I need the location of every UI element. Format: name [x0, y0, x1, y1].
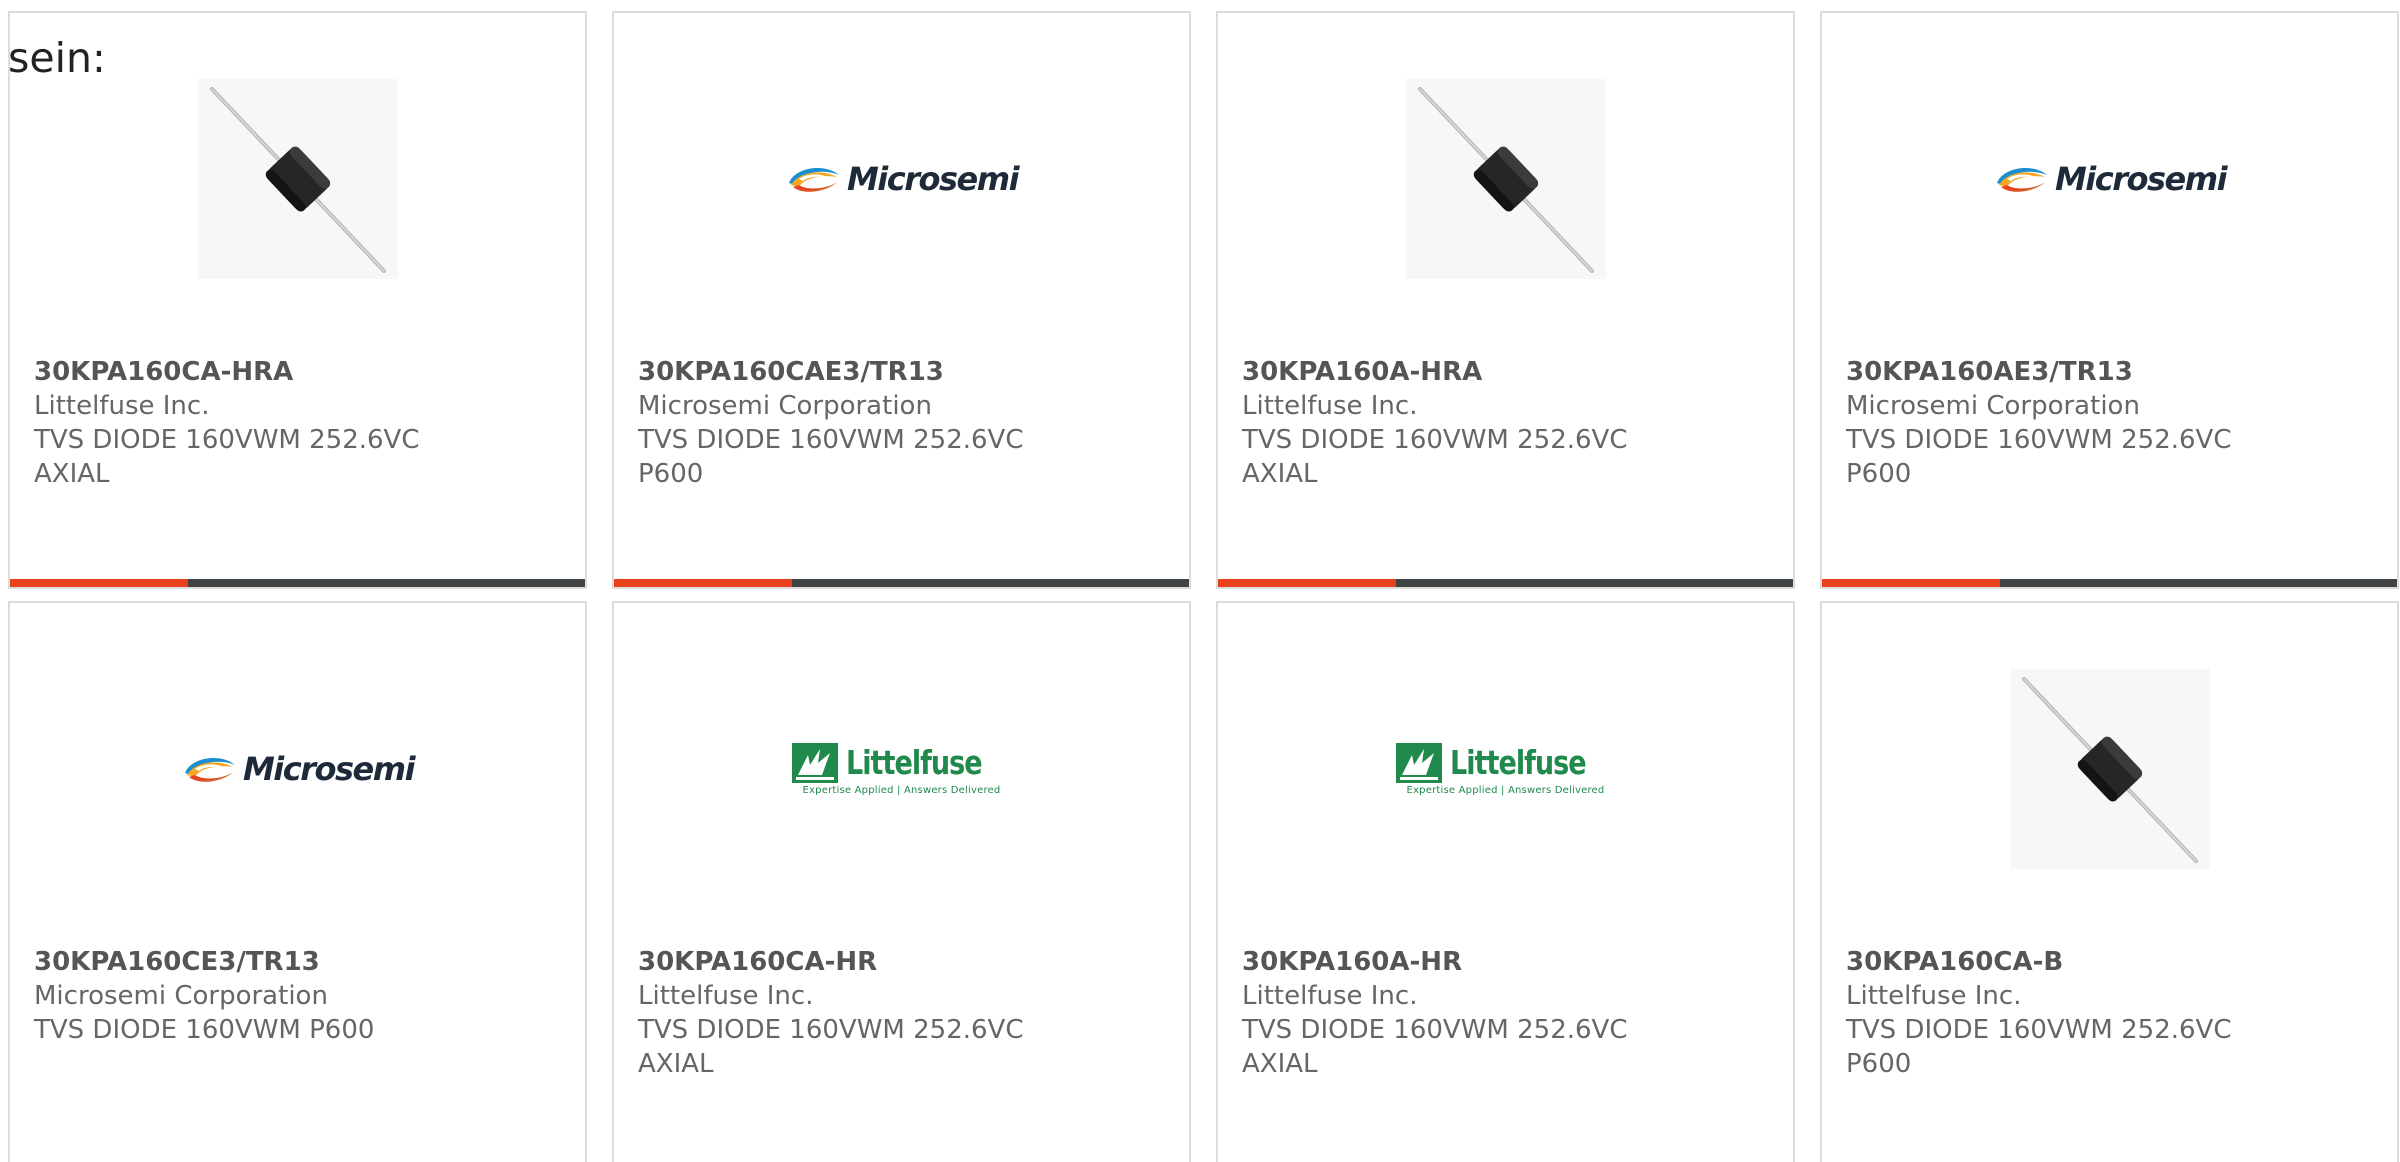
product-info: 30KPA160CA-HR Littelfuse Inc. TVS DIODE 16… — [638, 945, 1158, 1081]
microsemi-swirl-icon — [1996, 168, 2047, 192]
axial-diode-image — [2009, 669, 2210, 869]
microsemi-logo: Microsemi — [1993, 160, 2228, 198]
product-description: TVS DIODE 160VWM 252.6VC — [1242, 1015, 1628, 1045]
microsemi-swirl-icon — [184, 758, 235, 782]
product-package: AXIAL — [1242, 459, 1318, 489]
product-image[interactable]: Littelfuse Expertise Applied | Answers D… — [1218, 669, 1793, 869]
card-progress-bar — [614, 579, 1189, 587]
manufacturer-name: Microsemi Corporation — [34, 981, 328, 1011]
part-number[interactable]: 30KPA160CA-HR — [638, 945, 1158, 979]
microsemi-wordmark: Microsemi — [2054, 160, 2228, 198]
manufacturer-name: Microsemi Corporation — [638, 391, 932, 421]
product-card[interactable]: Microsemi 30KPA160CE3/TR13 Microsemi Corp… — [8, 601, 587, 1162]
littelfuse-mark-icon — [1395, 742, 1442, 783]
littelfuse-tagline: Expertise Applied | Answers Delivered — [802, 784, 1001, 796]
part-number[interactable]: 30KPA160CAE3/TR13 — [638, 355, 1158, 389]
part-number[interactable]: 30KPA160CA-HRA — [34, 355, 554, 389]
product-info: 30KPA160A-HR Littelfuse Inc. TVS DIODE 160… — [1242, 945, 1762, 1081]
part-number[interactable]: 30KPA160A-HR — [1242, 945, 1762, 979]
littelfuse-logo: Littelfuse Expertise Applied | Answers D… — [1395, 742, 1615, 796]
microsemi-swirl-icon — [788, 168, 839, 192]
product-image[interactable]: Littelfuse Expertise Applied | Answers D… — [614, 669, 1189, 869]
product-package: AXIAL — [34, 459, 110, 489]
littelfuse-mark-icon — [791, 742, 838, 783]
product-package: AXIAL — [638, 1049, 714, 1079]
product-image[interactable] — [1822, 669, 2397, 869]
card-progress-bar — [1822, 579, 2397, 587]
littelfuse-logo: Littelfuse Expertise Applied | Answers D… — [791, 742, 1011, 796]
manufacturer-name: Littelfuse Inc. — [1846, 981, 2022, 1011]
product-card[interactable]: 30KPA160CA-B Littelfuse Inc. TVS DIODE 160… — [1820, 601, 2399, 1162]
card-progress-fill — [10, 579, 189, 587]
littelfuse-tagline: Expertise Applied | Answers Delivered — [1406, 784, 1605, 796]
card-progress-fill — [1822, 579, 2001, 587]
card-progress-fill — [614, 579, 793, 587]
card-progress-bar — [1218, 579, 1793, 587]
product-package: P600 — [1846, 1049, 1912, 1079]
manufacturer-name: Littelfuse Inc. — [638, 981, 814, 1011]
microsemi-wordmark: Microsemi — [846, 160, 1020, 198]
product-image[interactable] — [1218, 79, 1793, 279]
product-description: TVS DIODE 160VWM 252.6VC — [638, 425, 1024, 455]
microsemi-wordmark: Microsemi — [242, 750, 416, 788]
manufacturer-name: Microsemi Corporation — [1846, 391, 2140, 421]
part-number[interactable]: 30KPA160A-HRA — [1242, 355, 1762, 389]
littelfuse-wordmark: Littelfuse — [1449, 743, 1587, 782]
card-progress-fill — [1218, 579, 1397, 587]
product-card[interactable]: 30KPA160A-HRA Littelfuse Inc. TVS DIODE 16… — [1216, 11, 1795, 589]
product-info: 30KPA160A-HRA Littelfuse Inc. TVS DIODE 16… — [1242, 355, 1762, 491]
product-info: 30KPA160CA-B Littelfuse Inc. TVS DIODE 160… — [1846, 945, 2366, 1081]
product-description: TVS DIODE 160VWM 252.6VC — [1242, 425, 1628, 455]
product-info: 30KPA160CE3/TR13 Microsemi Corporation TVS… — [34, 945, 554, 1047]
product-info: 30KPA160AE3/TR13 Microsemi Corporation TVS… — [1846, 355, 2366, 491]
manufacturer-name: Littelfuse Inc. — [34, 391, 210, 421]
part-number[interactable]: 30KPA160CE3/TR13 — [34, 945, 554, 979]
part-number[interactable]: 30KPA160AE3/TR13 — [1846, 355, 2366, 389]
product-description: TVS DIODE 160VWM 252.6VC — [34, 425, 420, 455]
product-card[interactable]: Littelfuse Expertise Applied | Answers D… — [612, 601, 1191, 1162]
product-package: P600 — [1846, 459, 1912, 489]
product-image[interactable]: Microsemi — [10, 669, 585, 869]
product-card[interactable]: Microsemi 30KPA160AE3/TR13 Microsemi Corp… — [1820, 11, 2399, 589]
manufacturer-name: Littelfuse Inc. — [1242, 981, 1418, 1011]
product-description: TVS DIODE 160VWM 252.6VC — [1846, 425, 2232, 455]
axial-diode-image — [1405, 79, 1606, 279]
littelfuse-wordmark: Littelfuse — [845, 743, 983, 782]
product-description: TVS DIODE 160VWM P600 — [34, 1015, 375, 1045]
card-progress-bar — [10, 579, 585, 587]
product-grid: 30KPA160CA-HRA Littelfuse Inc. TVS DIODE 1… — [8, 11, 2400, 1162]
product-package: AXIAL — [1242, 1049, 1318, 1079]
product-info: 30KPA160CAE3/TR13 Microsemi Corporation TV… — [638, 355, 1158, 491]
product-card[interactable]: Microsemi 30KPA160CAE3/TR13 Microsemi Cor… — [612, 11, 1191, 589]
product-description: TVS DIODE 160VWM 252.6VC — [638, 1015, 1024, 1045]
microsemi-logo: Microsemi — [181, 750, 416, 788]
product-info: 30KPA160CA-HRA Littelfuse Inc. TVS DIODE 1… — [34, 355, 554, 491]
product-image[interactable] — [10, 79, 585, 279]
product-card[interactable]: 30KPA160CA-HRA Littelfuse Inc. TVS DIODE 1… — [8, 11, 587, 589]
axial-diode-image — [197, 79, 398, 279]
product-image[interactable]: Microsemi — [614, 79, 1189, 279]
product-card[interactable]: Littelfuse Expertise Applied | Answers D… — [1216, 601, 1795, 1162]
microsemi-logo: Microsemi — [785, 160, 1020, 198]
part-number[interactable]: 30KPA160CA-B — [1846, 945, 2366, 979]
manufacturer-name: Littelfuse Inc. — [1242, 391, 1418, 421]
product-image[interactable]: Microsemi — [1822, 79, 2397, 279]
product-description: TVS DIODE 160VWM 252.6VC — [1846, 1015, 2232, 1045]
lead-text: sein: — [8, 34, 106, 82]
product-package: P600 — [638, 459, 704, 489]
product-results-page: sein: 30KPA160CA-HRA Littelfuse Inc. TVS D… — [0, 0, 2400, 1162]
